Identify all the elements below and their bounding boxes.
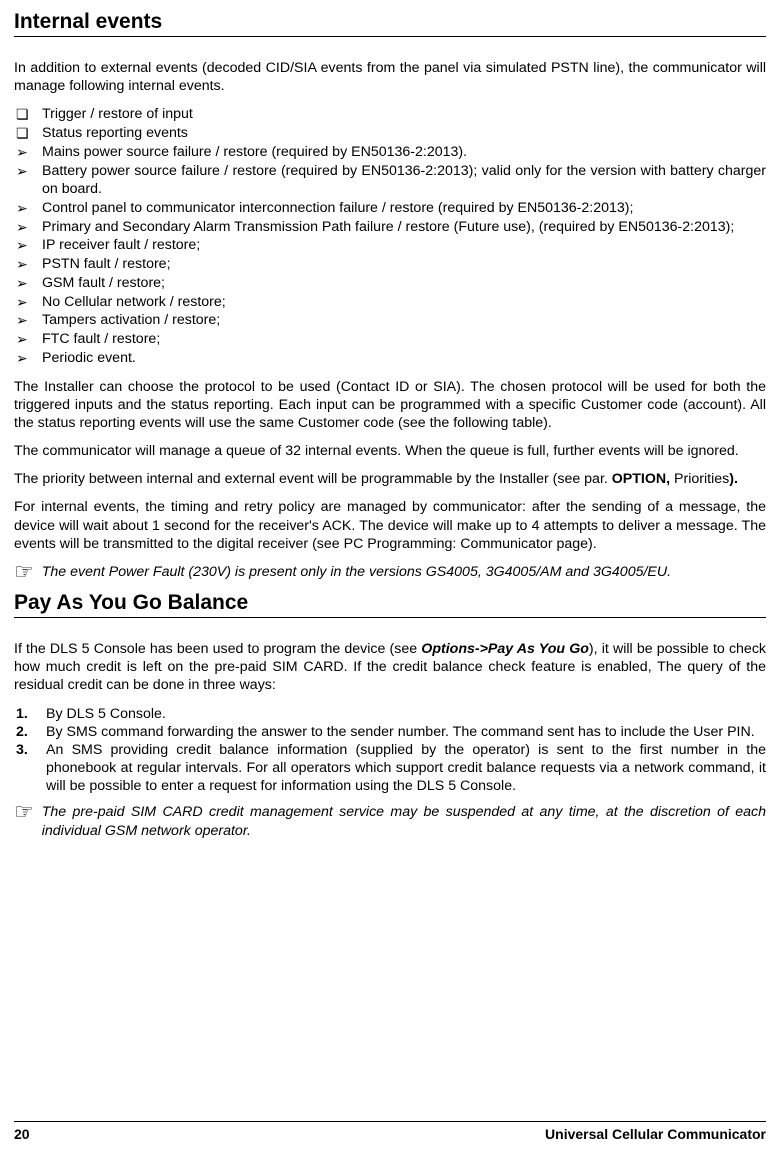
- chevron-right-icon: ➢: [16, 218, 28, 236]
- note-block: ☞ The event Power Fault (230V) is presen…: [14, 563, 766, 583]
- text-fragment-bold: OPTION,: [612, 471, 674, 487]
- list-number: 1.: [16, 705, 28, 723]
- list-item: ➢ Battery power source failure / restore …: [14, 162, 766, 199]
- chevron-right-icon: ➢: [16, 330, 28, 348]
- pointing-hand-icon: ☞: [14, 801, 34, 823]
- chevron-right-icon: ➢: [16, 199, 28, 217]
- page-number: 20: [14, 1126, 30, 1142]
- list-item: ➢ Tampers activation / restore;: [14, 311, 766, 330]
- list-item: ➢ GSM fault / restore;: [14, 274, 766, 293]
- note-text: The event Power Fault (230V) is present …: [42, 563, 766, 581]
- list-item-text: Tampers activation / restore;: [42, 312, 220, 328]
- list-item: ➢ IP receiver fault / restore;: [14, 236, 766, 255]
- list-item: ➢ Primary and Secondary Alarm Transmissio…: [14, 218, 766, 237]
- event-list: ❏ Trigger / restore of input ❏ Status repo…: [14, 105, 766, 367]
- list-item: ➢ FTC fault / restore;: [14, 330, 766, 349]
- list-item: 3. An SMS providing credit balance inform…: [14, 741, 766, 796]
- intro-paragraph: In addition to external events (decoded …: [14, 59, 766, 95]
- text-fragment: If the DLS 5 Console has been used to pr…: [14, 641, 421, 657]
- footer-title: Universal Cellular Communicator: [545, 1126, 766, 1142]
- protocol-paragraph: The Installer can choose the protocol to…: [14, 378, 766, 433]
- note-text: The pre-paid SIM CARD credit management …: [42, 803, 766, 839]
- list-item-text: Mains power source failure / restore (re…: [42, 144, 467, 160]
- list-item: ➢ Control panel to communicator interconn…: [14, 199, 766, 218]
- text-fragment: The priority between internal and extern…: [14, 471, 612, 487]
- chevron-right-icon: ➢: [16, 349, 28, 367]
- chevron-right-icon: ➢: [16, 162, 28, 180]
- list-item: 1. By DLS 5 Console.: [14, 705, 766, 723]
- list-item-text: Primary and Secondary Alarm Transmission…: [42, 219, 734, 235]
- list-item: ➢ PSTN fault / restore;: [14, 255, 766, 274]
- list-item-text: Control panel to communicator interconne…: [42, 200, 633, 216]
- list-item-text: No Cellular network / restore;: [42, 294, 226, 310]
- list-item-text: An SMS providing credit balance informat…: [46, 742, 766, 794]
- list-number: 3.: [16, 741, 28, 759]
- text-fragment-bold-italic: Options->Pay As You Go: [421, 641, 589, 657]
- list-item-text: FTC fault / restore;: [42, 331, 160, 347]
- list-item: ❏ Trigger / restore of input: [14, 105, 766, 124]
- list-item: ➢ No Cellular network / restore;: [14, 293, 766, 312]
- list-item: ➢ Mains power source failure / restore (r…: [14, 143, 766, 162]
- list-item: 2. By SMS command forwarding the answer t…: [14, 723, 766, 741]
- list-item-text: PSTN fault / restore;: [42, 256, 171, 272]
- list-number: 2.: [16, 723, 28, 741]
- list-item-text: GSM fault / restore;: [42, 275, 165, 291]
- note-block: ☞ The pre-paid SIM CARD credit managemen…: [14, 803, 766, 839]
- list-item-text: Battery power source failure / restore (…: [42, 163, 766, 198]
- queue-paragraph: The communicator will manage a queue of …: [14, 442, 766, 460]
- chevron-right-icon: ➢: [16, 293, 28, 311]
- chevron-right-icon: ➢: [16, 255, 28, 273]
- square-icon: ❏: [16, 105, 29, 123]
- list-item-text: Status reporting events: [42, 125, 188, 141]
- chevron-right-icon: ➢: [16, 274, 28, 292]
- list-item-text: Trigger / restore of input: [42, 106, 193, 122]
- page-footer: 20 Universal Cellular Communicator: [14, 1121, 766, 1142]
- section-title-internal-events: Internal events: [14, 10, 766, 37]
- list-item-text: By SMS command forwarding the answer to …: [46, 724, 755, 740]
- payg-intro-paragraph: If the DLS 5 Console has been used to pr…: [14, 640, 766, 695]
- section-title-payg: Pay As You Go Balance: [14, 591, 766, 618]
- chevron-right-icon: ➢: [16, 236, 28, 254]
- chevron-right-icon: ➢: [16, 143, 28, 161]
- text-fragment-bold: ).: [729, 471, 738, 487]
- square-icon: ❏: [16, 124, 29, 142]
- list-item-text: Periodic event.: [42, 350, 136, 366]
- chevron-right-icon: ➢: [16, 311, 28, 329]
- priority-paragraph: The priority between internal and extern…: [14, 470, 766, 488]
- list-item: ➢ Periodic event.: [14, 349, 766, 368]
- timing-paragraph: For internal events, the timing and retr…: [14, 498, 766, 553]
- pointing-hand-icon: ☞: [14, 561, 34, 583]
- text-fragment: Priorities: [674, 471, 729, 487]
- list-item-text: IP receiver fault / restore;: [42, 237, 200, 253]
- numbered-list: 1. By DLS 5 Console. 2. By SMS command for…: [14, 705, 766, 796]
- list-item: ❏ Status reporting events: [14, 124, 766, 143]
- list-item-text: By DLS 5 Console.: [46, 706, 166, 722]
